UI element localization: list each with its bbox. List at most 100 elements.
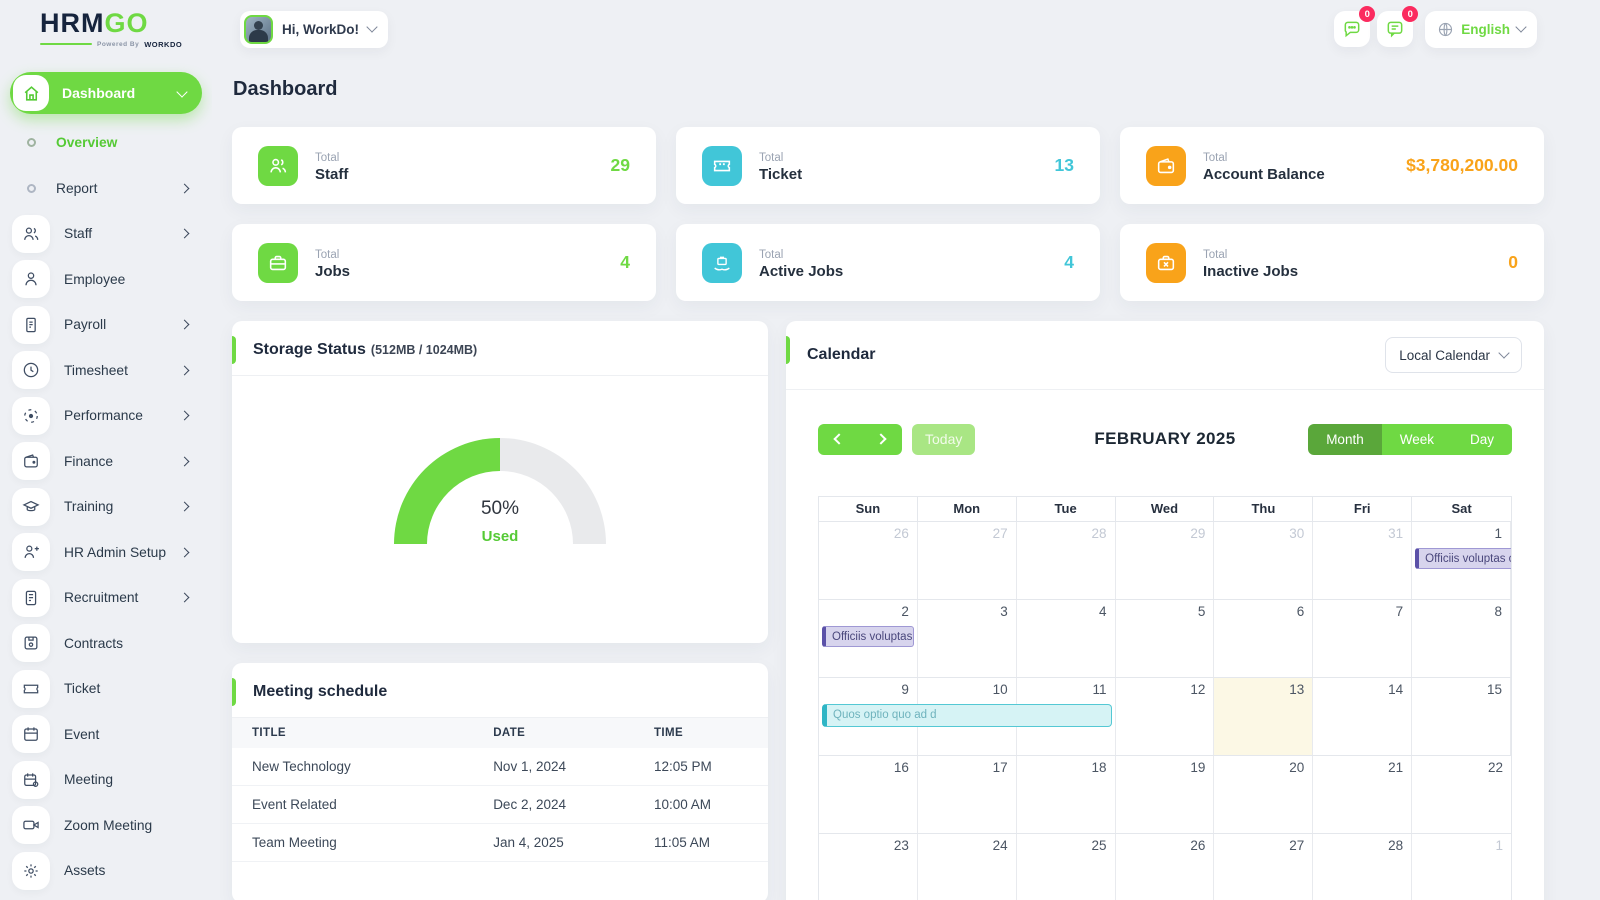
meeting-col-title: TITLE [232,718,474,748]
calendar-source-select[interactable]: Local Calendar [1385,337,1522,373]
sidebar-item-contracts[interactable]: Contracts [10,621,202,667]
calendar-dayheader-sat: Sat [1451,501,1472,516]
calendar-day-cell[interactable]: 26 [819,522,918,599]
calendar-day-cell[interactable]: 8 [1412,600,1511,677]
calendar-day-cell[interactable]: 29 [1116,522,1215,599]
storage-subtitle: (512MB / 1024MB) [370,343,478,357]
sidebar-item-meeting[interactable]: Meeting [10,757,202,803]
calendar-day-cell[interactable]: 30 [1214,522,1314,599]
calendar-day-number: 25 [1091,838,1107,853]
stat-card-account-balance[interactable]: Total Account Balance $3,780,200.00 [1120,127,1544,204]
calendar-view-day-button[interactable]: Day [1451,423,1512,455]
stat-value: 4 [620,252,630,272]
stat-top-label: Total [759,151,784,164]
sidebar-item-performance[interactable]: Performance [10,393,202,439]
calendar-day-cell[interactable]: 16 [819,756,918,833]
language-selector[interactable]: English [1425,10,1537,48]
calendar-day-cell[interactable]: 18 [1017,756,1116,833]
clock-icon [12,351,50,390]
calendar-day-cell[interactable]: 24 [918,834,1017,900]
sidebar-item-finance[interactable]: Finance [10,439,202,485]
sidebar-item-zoom-meeting[interactable]: Zoom Meeting [10,803,202,849]
stat-card-jobs[interactable]: Total Jobs 4 [232,224,656,301]
calendar-day-cell[interactable]: 6 [1214,600,1314,677]
user-menu[interactable]: Hi, WorkDo! [240,10,388,48]
calendar-day-cell[interactable]: 14 [1313,678,1413,755]
calendar-view-week-button[interactable]: Week [1381,423,1452,455]
sidebar-item-payroll[interactable]: Payroll [10,302,202,348]
calendar-day-cell[interactable]: 3 [918,600,1017,677]
calendar-view-month-button[interactable]: Month [1308,423,1382,455]
calendar-day-number: 7 [1395,604,1404,619]
calendar-view-switcher: Month Week Day [1308,423,1512,455]
stat-card-ticket[interactable]: Total Ticket 13 [676,127,1100,204]
calendar-day-cell[interactable]: 20 [1214,756,1314,833]
calendar-day-cell[interactable]: 1 [1412,834,1511,900]
calendar-day-number: 6 [1296,604,1305,619]
calendar-day-cell[interactable]: 22 [1412,756,1511,833]
chevron-right-icon [179,592,190,603]
calendar-day-cell[interactable]: 26 [1116,834,1215,900]
brand-underline [40,43,92,45]
calendar-day-cell[interactable]: 5 [1116,600,1215,677]
calendar-day-cell[interactable]: 4 [1017,600,1116,677]
calendar-day-cell[interactable]: 31 [1313,522,1413,599]
contract-icon [12,624,50,663]
calendar-day-cell-today[interactable]: 13 [1214,678,1314,755]
sidebar-item-employee[interactable]: Employee [10,257,202,303]
sidebar-item-overview[interactable]: Overview [10,120,202,166]
stat-label: Staff [315,165,349,183]
brand-logo[interactable]: HRMGO Powered By WORKDO [0,9,212,49]
bullet-icon [27,183,36,193]
calendar-event[interactable]: Officiis voluptas c [1415,548,1511,569]
calendar-day-cell[interactable]: 27 [1214,834,1314,900]
calendar-toolbar: FEBRUARY 2025 Today Month Week Day [818,423,1512,455]
sidebar-item-staff[interactable]: Staff [10,211,202,257]
calendar-day-number: 16 [893,760,909,775]
calendar-day-cell[interactable]: 21 [1313,756,1413,833]
calendar-day-cell[interactable]: 28 [1017,522,1116,599]
sidebar-item-hr-admin-setup[interactable]: HR Admin Setup [10,530,202,576]
stat-card-active-jobs[interactable]: Total Active Jobs 4 [676,224,1100,301]
chevron-down-icon [176,86,188,98]
sidebar-item-ticket[interactable]: Ticket [10,666,202,712]
message-notifications-button[interactable]: 0 [1377,6,1419,47]
meeting-col-time: TIME [633,718,768,748]
meeting-time: 10:00 AM [633,785,768,824]
calendar-day-number: 26 [1190,838,1206,853]
chat-notifications-button[interactable]: 0 [1334,6,1376,47]
meeting-title: Event Related [232,785,474,824]
calendar-title: Calendar [807,346,876,363]
stat-value: 0 [1508,252,1518,272]
sidebar-item-timesheet[interactable]: Timesheet [10,348,202,394]
calendar-day-cell[interactable]: 7 [1313,600,1413,677]
sidebar-menu: Overview Report Staff Employee Payroll Timesh… [10,120,202,894]
meeting-row: Event Related Dec 2, 2024 10:00 AM [232,785,768,824]
stat-card-inactive-jobs[interactable]: Total Inactive Jobs 0 [1120,224,1544,301]
calendar-day-cell[interactable]: 17 [918,756,1017,833]
sidebar-item-recruitment[interactable]: Recruitment [10,575,202,621]
sidebar-item-report[interactable]: Report [10,166,202,212]
stat-card-staff[interactable]: Total Staff 29 [232,127,656,204]
calendar-day-cell[interactable]: 19 [1116,756,1215,833]
video-icon [12,806,50,845]
sidebar-item-event[interactable]: Event [10,712,202,758]
calendar-day-number: 28 [1091,526,1107,541]
sidebar-item-label: Employee [64,271,126,287]
user-greeting: Hi, WorkDo! [282,21,359,37]
calendar-day-cell[interactable]: 28 [1313,834,1413,900]
calendar-event[interactable]: Quos optio quo ad d [822,704,1112,727]
calendar-day-cell[interactable]: 15 [1412,678,1511,755]
sidebar-item-dashboard[interactable]: Dashboard [10,72,202,114]
calendar-day-cell[interactable]: 25 [1017,834,1116,900]
sidebar-item-training[interactable]: Training [10,484,202,530]
sidebar-item-assets[interactable]: Assets [10,848,202,894]
calendar-event[interactable]: Officiis voluptas c [822,626,914,647]
calendar-day-cell[interactable]: 12 [1116,678,1215,755]
calendar-day-number: 18 [1091,760,1107,775]
calendar-gear-icon [12,760,50,799]
users-icon [258,145,298,186]
calendar-day-cell[interactable]: 27 [918,522,1017,599]
calendar-day-cell[interactable]: 23 [819,834,918,900]
brand-tagline: Powered By WORKDO [40,40,212,49]
